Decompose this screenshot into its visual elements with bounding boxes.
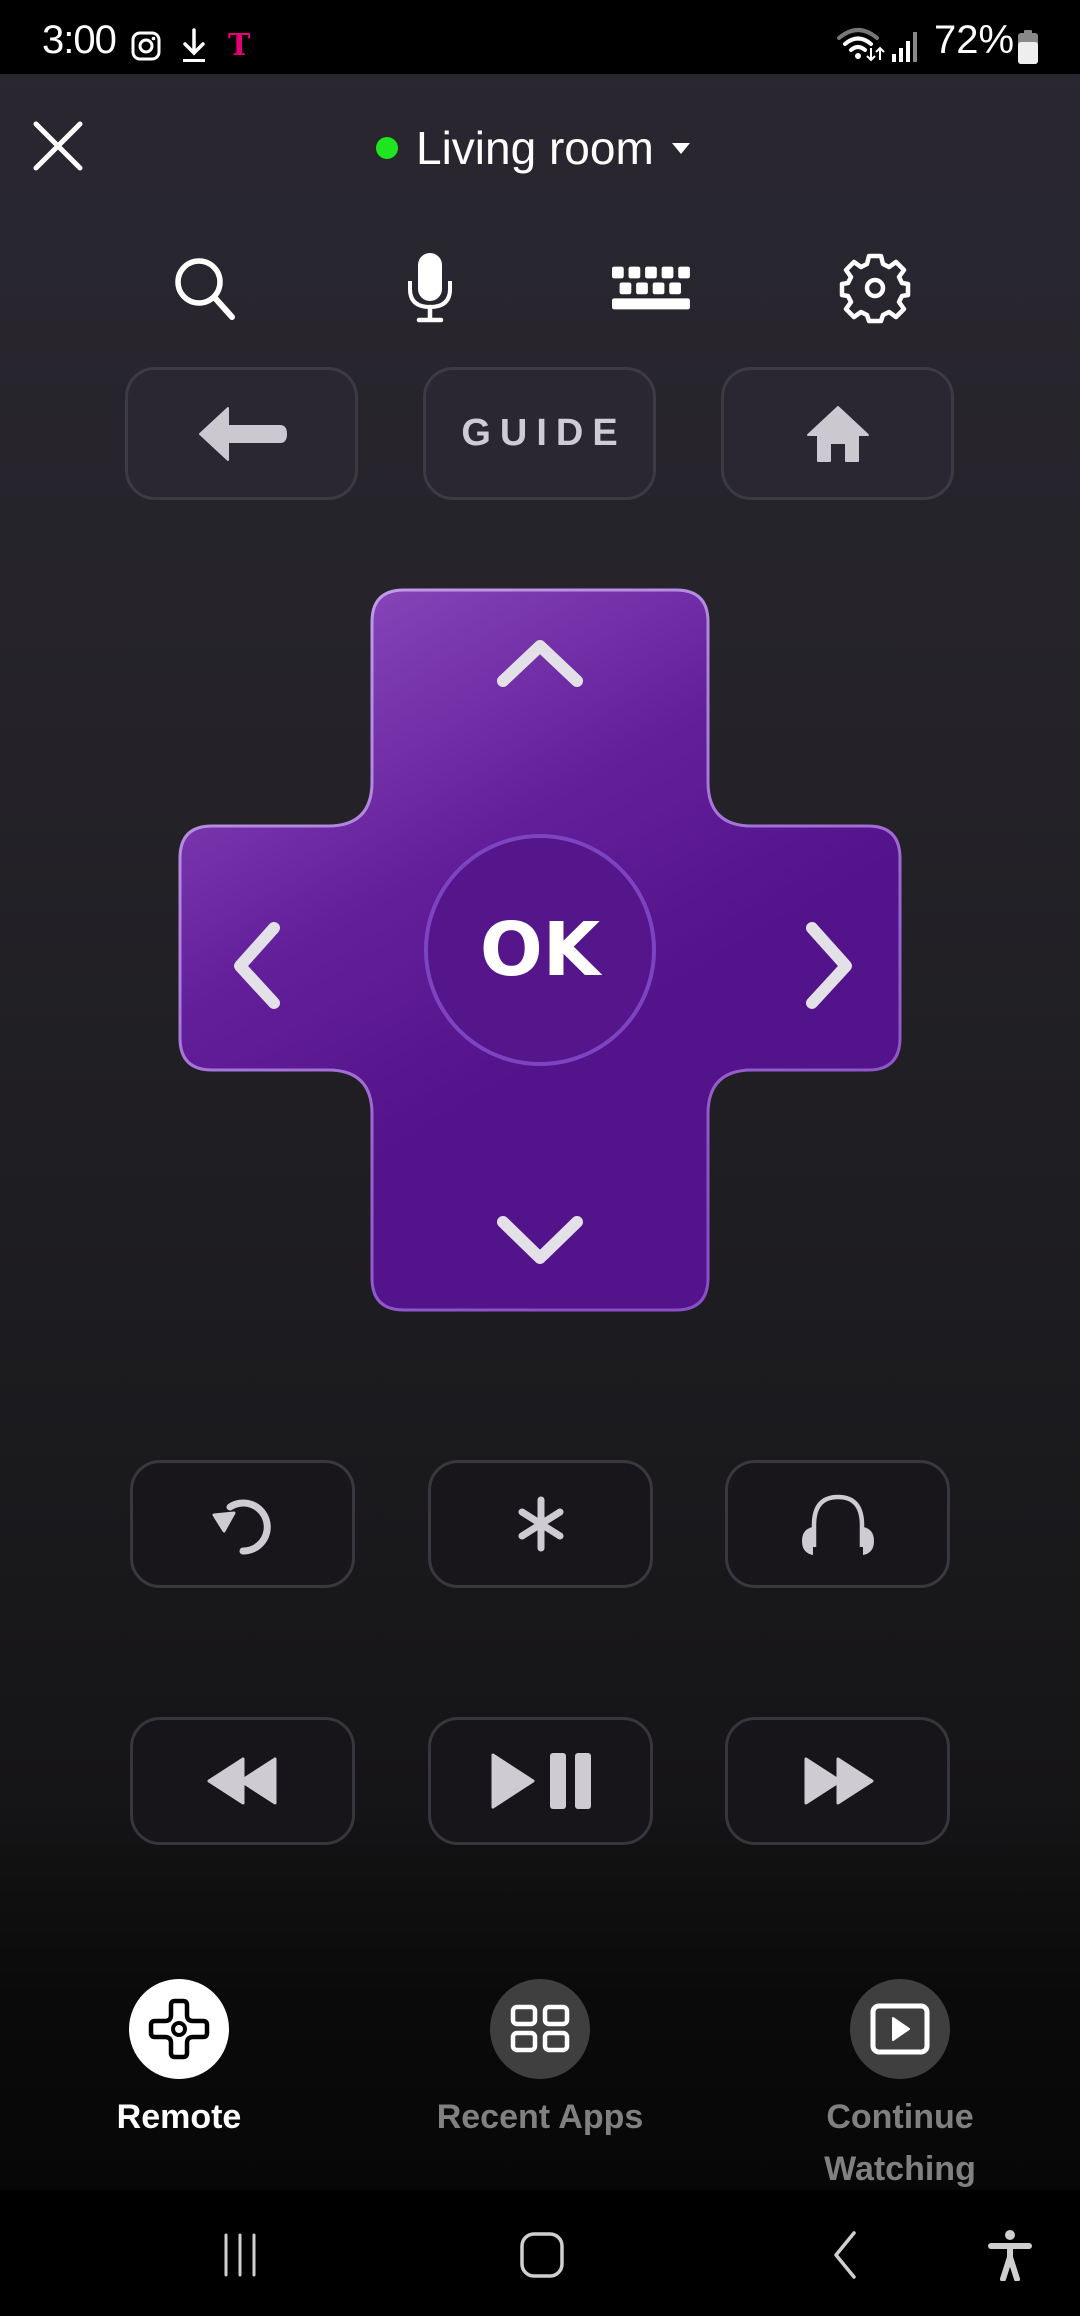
home-button[interactable]: [721, 367, 954, 500]
play-window-icon: [870, 2003, 930, 2055]
home-icon: [806, 405, 869, 462]
rewind-icon: [207, 1757, 276, 1805]
nav-recent-apps[interactable]: Recent Apps: [400, 1979, 680, 2143]
battery-icon: [1018, 30, 1038, 64]
nav-continue-watching-label: Continue Watching: [824, 2091, 976, 2195]
search-button[interactable]: [165, 248, 245, 328]
dpad-right-button[interactable]: [678, 820, 908, 1080]
wifi-icon: [836, 24, 886, 64]
search-icon: [175, 258, 235, 320]
private-listening-button[interactable]: [725, 1460, 950, 1588]
dpad-left-button[interactable]: [172, 820, 402, 1080]
play-pause-icon: [491, 1753, 591, 1809]
accessibility-icon: [988, 2230, 1032, 2281]
accessibility-button[interactable]: [985, 2220, 1035, 2290]
close-button[interactable]: [30, 118, 86, 174]
guide-button[interactable]: GUIDE: [423, 367, 656, 500]
device-selector[interactable]: Living room: [376, 118, 690, 178]
system-back-button[interactable]: [820, 2220, 870, 2290]
home-outline-icon: [520, 2232, 564, 2278]
nav-continue-line2: Watching: [824, 2150, 976, 2188]
play-pause-button[interactable]: [428, 1717, 653, 1845]
recents-icon: [224, 2233, 256, 2277]
guide-label: GUIDE: [461, 412, 627, 454]
keyboard-icon: [612, 266, 690, 310]
back-icon: [834, 2231, 856, 2279]
nav-remote-label: Remote: [116, 2098, 242, 2136]
ok-label: OK: [479, 907, 601, 993]
nav-continue-watching-circle: [850, 1979, 950, 2079]
fast-forward-icon: [804, 1757, 873, 1805]
recents-button[interactable]: [210, 2220, 270, 2290]
options-button[interactable]: [428, 1460, 653, 1588]
asterisk-icon: [518, 1496, 563, 1552]
instant-replay-button[interactable]: [130, 1460, 355, 1588]
device-name: Living room: [416, 122, 654, 174]
tmobile-icon: T: [228, 28, 251, 63]
fast-forward-button[interactable]: [725, 1717, 950, 1845]
status-time: 3:00: [42, 18, 117, 62]
nav-recent-apps-circle: [490, 1979, 590, 2079]
settings-button[interactable]: [835, 248, 915, 328]
nav-remote-circle: [129, 1979, 229, 2079]
headphones-icon: [801, 1494, 874, 1555]
dpad-down-button[interactable]: [420, 1098, 660, 1318]
dpad-up-button[interactable]: [420, 582, 660, 802]
signal-icon: [890, 28, 922, 62]
caret-down-icon: [671, 142, 690, 154]
microphone-icon: [408, 253, 452, 323]
keyboard-button[interactable]: [612, 248, 692, 328]
download-icon: [178, 26, 210, 66]
grid-icon: [510, 2004, 570, 2053]
replay-icon: [212, 1499, 271, 1555]
gear-icon: [839, 253, 911, 324]
instagram-icon: [130, 30, 162, 62]
back-button[interactable]: [125, 367, 358, 500]
close-icon: [33, 121, 83, 171]
rewind-button[interactable]: [130, 1717, 355, 1845]
system-home-button[interactable]: [512, 2220, 572, 2290]
nav-continue-watching[interactable]: Continue Watching: [760, 1979, 1040, 2195]
voice-search-button[interactable]: [390, 248, 470, 328]
battery-percent: 72%: [934, 18, 1015, 62]
arrow-left-icon: [198, 406, 287, 461]
ok-button[interactable]: OK: [425, 835, 655, 1065]
nav-continue-line1: Continue: [826, 2098, 974, 2136]
device-status-dot: [376, 137, 398, 159]
remote-dpad-icon: [148, 1998, 210, 2060]
nav-remote[interactable]: Remote: [39, 1979, 319, 2143]
nav-recent-apps-label: Recent Apps: [436, 2098, 644, 2136]
